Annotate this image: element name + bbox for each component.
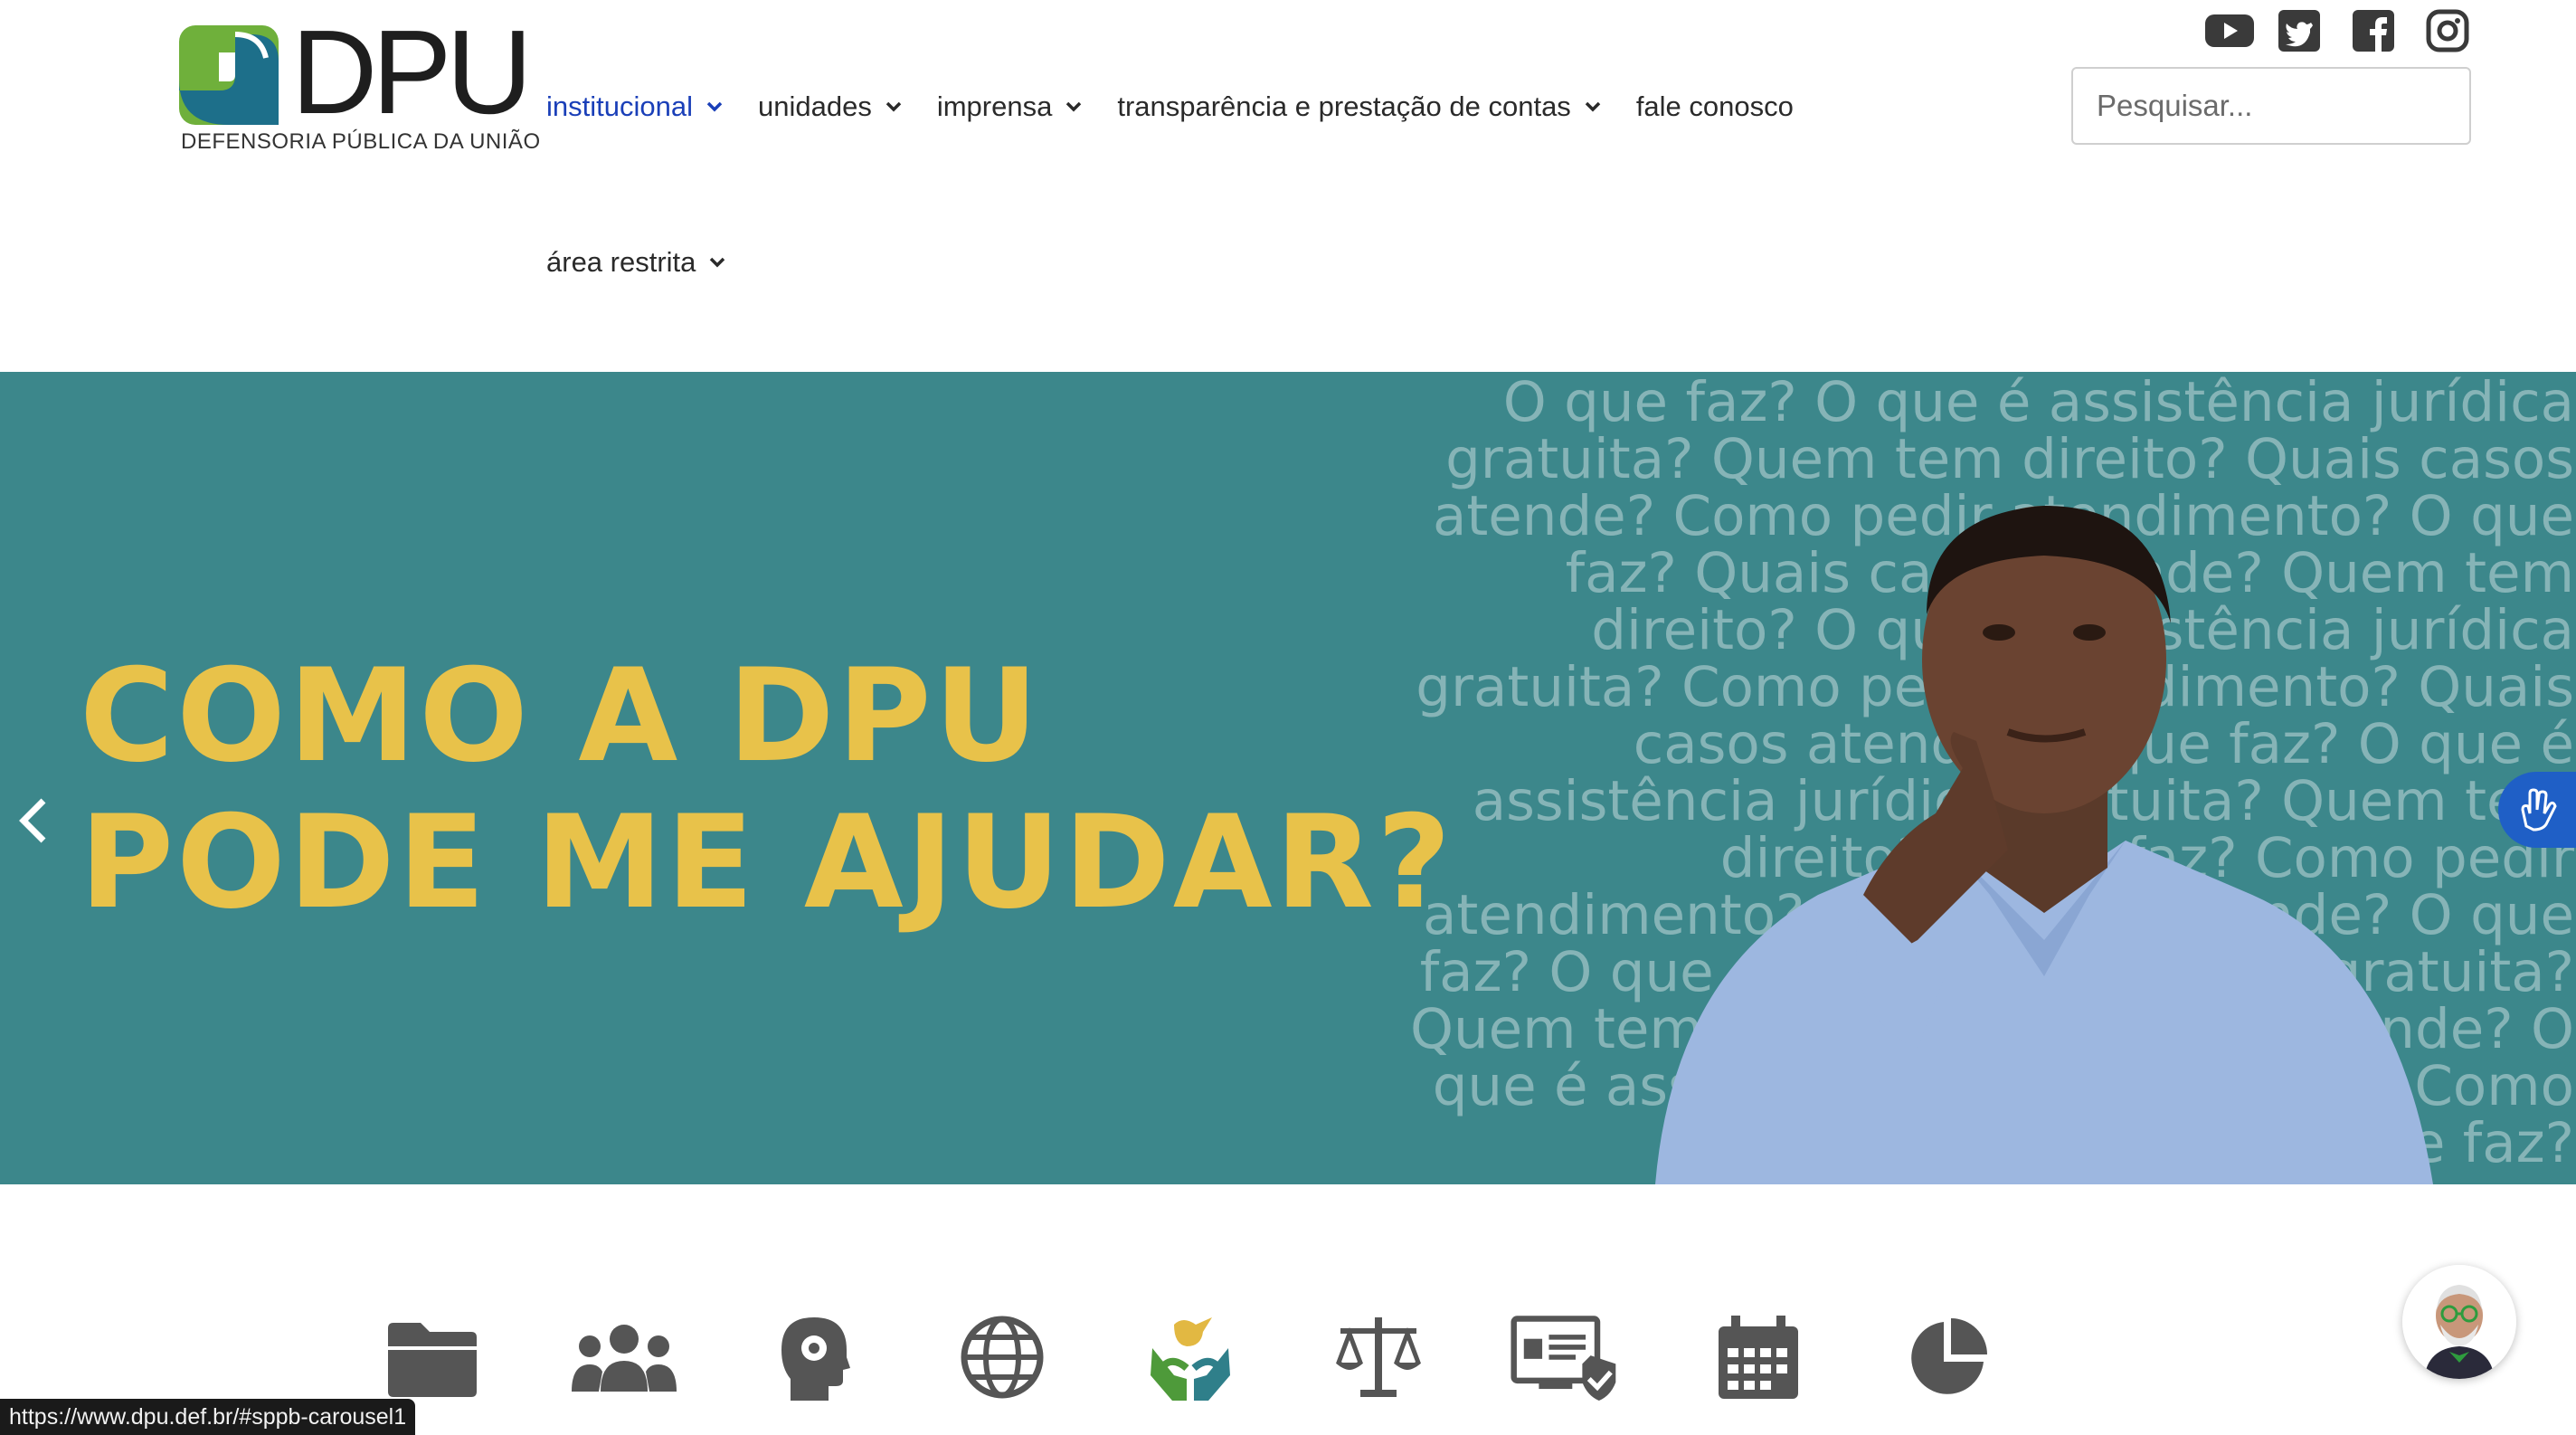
logo-wordmark: DPU: [291, 5, 533, 138]
chevron-down-icon: [1066, 101, 1082, 112]
nav-item-institucional[interactable]: institucional: [546, 90, 724, 123]
globe-icon[interactable]: [948, 1303, 1056, 1411]
nav-item-unidades[interactable]: unidades: [758, 90, 903, 123]
site-header: DPU DEFENSORIA PÚBLICA DA UNIÃO instituc…: [0, 0, 2576, 372]
sign-language-accessibility-button[interactable]: [2498, 772, 2576, 848]
nav-row-1: institucional unidades imprensa transpar…: [546, 80, 1867, 134]
chevron-down-icon: [706, 101, 723, 112]
chevron-down-icon: [886, 101, 902, 112]
nav-item-label: área restrita: [546, 246, 696, 278]
nav-item-imprensa[interactable]: imprensa: [937, 90, 1084, 123]
users-icon[interactable]: [570, 1303, 678, 1411]
calendar-icon[interactable]: [1704, 1303, 1813, 1411]
search-input[interactable]: [2071, 67, 2471, 145]
youtube-icon[interactable]: [2203, 9, 2256, 52]
nav-item-label: transparência e prestação de contas: [1117, 90, 1571, 122]
twitter-icon[interactable]: [2278, 9, 2330, 52]
nav-row-2: área restrita: [546, 235, 761, 290]
head-gear-icon[interactable]: [760, 1303, 868, 1411]
facebook-icon[interactable]: [2352, 9, 2404, 52]
chevron-left-icon[interactable]: [13, 794, 52, 848]
logo-subtitle: DEFENSORIA PÚBLICA DA UNIÃO: [181, 129, 541, 154]
thinking-man-image: [1655, 506, 2433, 1184]
social-links: [2203, 9, 2478, 52]
hero-carousel: O que faz? O que é assistência jurídica …: [0, 372, 2576, 1184]
status-bar-url: https://www.dpu.def.br/#sppb-carousel1: [0, 1399, 416, 1435]
chevron-down-icon: [710, 257, 725, 268]
certificate-icon[interactable]: [1511, 1303, 1619, 1411]
banner-headline: COMO A DPU PODE ME AJUDAR?: [80, 641, 1454, 937]
instagram-icon[interactable]: [2426, 9, 2478, 52]
chevron-down-icon: [1585, 101, 1601, 112]
main-nav: institucional unidades imprensa transpar…: [546, 80, 1867, 278]
nav-item-label: institucional: [546, 90, 693, 122]
chat-assistant-avatar[interactable]: [2402, 1265, 2516, 1379]
dove-hands-icon[interactable]: [1136, 1303, 1245, 1411]
sign-language-icon: [2521, 788, 2557, 832]
nav-item-label: fale conosco: [1635, 90, 1794, 122]
nav-item-label: unidades: [757, 90, 872, 122]
dpu-logo-mark: [179, 25, 279, 125]
nav-item-transparencia[interactable]: transparência e prestação de contas: [1117, 90, 1601, 123]
nav-item-label: imprensa: [936, 90, 1053, 122]
folder-icon[interactable]: [378, 1303, 487, 1411]
nav-item-area-restrita[interactable]: área restrita: [546, 246, 726, 279]
pie-chart-icon[interactable]: [1894, 1303, 2003, 1411]
nav-item-fale-conosco[interactable]: fale conosco: [1636, 90, 1794, 123]
dpu-logo[interactable]: DPU DEFENSORIA PÚBLICA DA UNIÃO: [179, 13, 540, 157]
scales-icon[interactable]: [1324, 1303, 1433, 1411]
